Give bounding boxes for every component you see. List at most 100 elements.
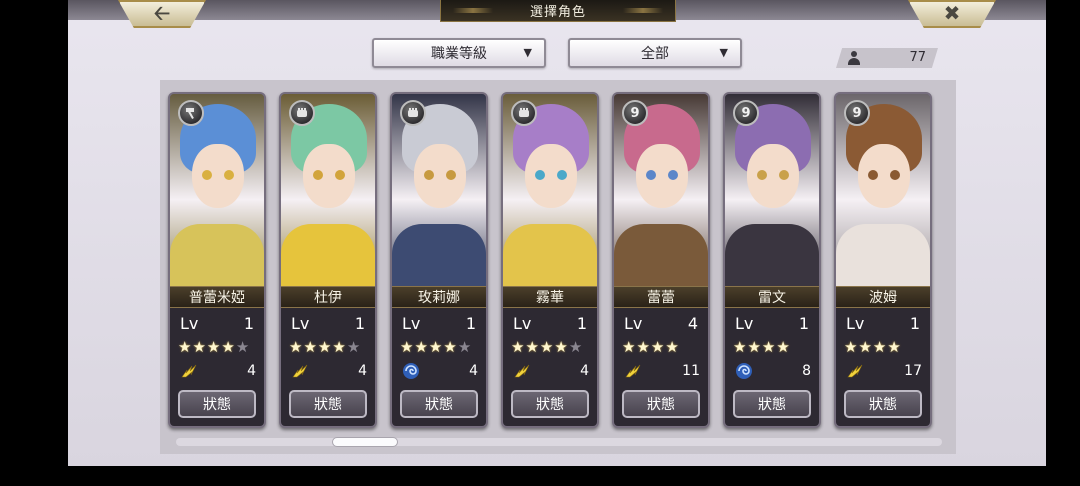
star-rating: ★ ★ ★ ★	[622, 338, 679, 356]
star-filled-icon: ★	[858, 338, 872, 356]
star-filled-icon: ★	[747, 338, 761, 356]
class-badge-number: 9	[622, 100, 648, 126]
user-icon	[848, 51, 860, 65]
star-filled-icon: ★	[178, 338, 192, 356]
character-select-screen: 🡠 選擇角色 ✖ 職業等級 ▼ 全部 ▼ 77 普蕾米婭 Lv 1 ★ ★ ★ ★ ★ 4 狀態杜…	[68, 0, 1046, 466]
character-card[interactable]: 9 雷文 Lv 1 ★ ★ ★ ★ 8 狀態	[723, 92, 821, 428]
category-label: 全部	[641, 46, 669, 62]
character-stats: Lv 1 ★ ★ ★ ★ 17 狀態	[836, 308, 930, 426]
star-filled-icon: ★	[636, 338, 650, 356]
character-stats: Lv 1 ★ ★ ★ ★ 8 狀態	[725, 308, 819, 426]
roster-count-value: 77	[909, 50, 926, 65]
star-filled-icon: ★	[317, 338, 332, 356]
star-filled-icon: ★	[206, 338, 221, 356]
status-button[interactable]: 狀態	[733, 390, 811, 418]
character-card[interactable]: 玫莉娜 Lv 1 ★ ★ ★ ★ ★ 4 狀態	[390, 92, 488, 428]
star-rating: ★ ★ ★ ★ ★	[289, 338, 360, 356]
page-title: 選擇角色	[529, 5, 586, 20]
scrollbar-thumb[interactable]	[332, 437, 398, 447]
status-button[interactable]: 狀態	[622, 390, 700, 418]
star-rating: ★ ★ ★ ★ ★	[511, 338, 582, 356]
star-filled-icon: ★	[733, 338, 747, 356]
wind-swirl-icon	[403, 363, 419, 379]
star-filled-icon: ★	[665, 338, 679, 356]
level-value: 1	[243, 314, 254, 333]
level-value: 1	[576, 314, 587, 333]
horizontal-scrollbar[interactable]	[176, 437, 942, 447]
level-value: 1	[354, 314, 365, 333]
status-button[interactable]: 狀態	[178, 390, 256, 418]
status-button[interactable]: 狀態	[844, 390, 922, 418]
element-stat-value: 4	[469, 363, 478, 379]
character-name: 霧華	[503, 286, 597, 308]
element-stat-value: 8	[802, 363, 811, 379]
class-badge-number: 9	[733, 100, 759, 126]
character-stats: Lv 1 ★ ★ ★ ★ ★ 4 狀態	[281, 308, 375, 426]
level-value: 4	[687, 314, 698, 333]
level-label: Lv	[180, 314, 199, 333]
character-card[interactable]: 霧華 Lv 1 ★ ★ ★ ★ ★ 4 狀態	[501, 92, 599, 428]
hammer-icon	[178, 100, 204, 126]
gauntlet-icon	[289, 100, 315, 126]
close-button[interactable]: ✖	[908, 0, 996, 28]
character-name: 普蕾米婭	[170, 286, 264, 308]
character-roster: 普蕾米婭 Lv 1 ★ ★ ★ ★ ★ 4 狀態 杜伊 Lv 1 ★ ★ ★ ★ ★ 4 狀態 玫莉娜 Lv 1 ★ ★ ★ ★ ★ 4…	[160, 80, 956, 454]
star-empty-icon: ★	[568, 338, 583, 356]
level-label: Lv	[735, 314, 754, 333]
title-banner: 選擇角色	[440, 0, 676, 22]
star-filled-icon: ★	[539, 338, 554, 356]
star-rating: ★ ★ ★ ★	[844, 338, 901, 356]
status-button[interactable]: 狀態	[511, 390, 589, 418]
character-name: 雷文	[725, 286, 819, 308]
character-name: 玫莉娜	[392, 286, 486, 308]
star-rating: ★ ★ ★ ★ ★	[178, 338, 249, 356]
level-value: 1	[465, 314, 476, 333]
status-button[interactable]: 狀態	[400, 390, 478, 418]
level-label: Lv	[291, 314, 310, 333]
star-filled-icon: ★	[622, 338, 636, 356]
star-filled-icon: ★	[872, 338, 887, 356]
character-name: 杜伊	[281, 286, 375, 308]
star-filled-icon: ★	[443, 338, 457, 356]
level-value: 1	[909, 314, 920, 333]
class-badge-number: 9	[844, 100, 870, 126]
star-empty-icon: ★	[235, 338, 250, 356]
status-button[interactable]: 狀態	[289, 390, 367, 418]
star-filled-icon: ★	[844, 338, 858, 356]
star-filled-icon: ★	[400, 338, 414, 356]
character-card[interactable]: 普蕾米婭 Lv 1 ★ ★ ★ ★ ★ 4 狀態	[168, 92, 266, 428]
star-filled-icon: ★	[428, 338, 443, 356]
level-label: Lv	[513, 314, 532, 333]
star-filled-icon: ★	[221, 338, 235, 356]
character-stats: Lv 4 ★ ★ ★ ★ 11 狀態	[614, 308, 708, 426]
class-level-label: 職業等級	[431, 46, 487, 62]
lightning-wing-icon	[625, 364, 641, 378]
category-dropdown[interactable]: 全部 ▼	[568, 38, 742, 68]
star-filled-icon: ★	[511, 338, 525, 356]
roster-count: 77	[836, 48, 938, 68]
element-stat-value: 4	[358, 363, 367, 379]
star-rating: ★ ★ ★ ★ ★	[400, 338, 471, 356]
class-level-dropdown[interactable]: 職業等級 ▼	[372, 38, 546, 68]
level-label: Lv	[846, 314, 865, 333]
star-rating: ★ ★ ★ ★	[733, 338, 790, 356]
character-stats: Lv 1 ★ ★ ★ ★ ★ 4 狀態	[392, 308, 486, 426]
character-name: 蕾蕾	[614, 286, 708, 308]
level-value: 1	[798, 314, 809, 333]
gauntlet-icon	[511, 100, 537, 126]
star-filled-icon: ★	[887, 338, 901, 356]
character-card[interactable]: 杜伊 Lv 1 ★ ★ ★ ★ ★ 4 狀態	[279, 92, 377, 428]
star-filled-icon: ★	[289, 338, 303, 356]
star-filled-icon: ★	[776, 338, 790, 356]
triangle-down-icon: ▼	[719, 46, 728, 59]
star-filled-icon: ★	[761, 338, 776, 356]
character-card[interactable]: 9 波姆 Lv 1 ★ ★ ★ ★ 17 狀態	[834, 92, 932, 428]
star-filled-icon: ★	[414, 338, 428, 356]
star-empty-icon: ★	[346, 338, 361, 356]
character-card[interactable]: 9 蕾蕾 Lv 4 ★ ★ ★ ★ 11 狀態	[612, 92, 710, 428]
lightning-wing-icon	[514, 364, 530, 378]
character-name: 波姆	[836, 286, 930, 308]
x-icon: ✖	[943, 1, 961, 25]
arrow-left-icon: 🡠	[153, 1, 171, 25]
back-button[interactable]: 🡠	[118, 0, 206, 28]
